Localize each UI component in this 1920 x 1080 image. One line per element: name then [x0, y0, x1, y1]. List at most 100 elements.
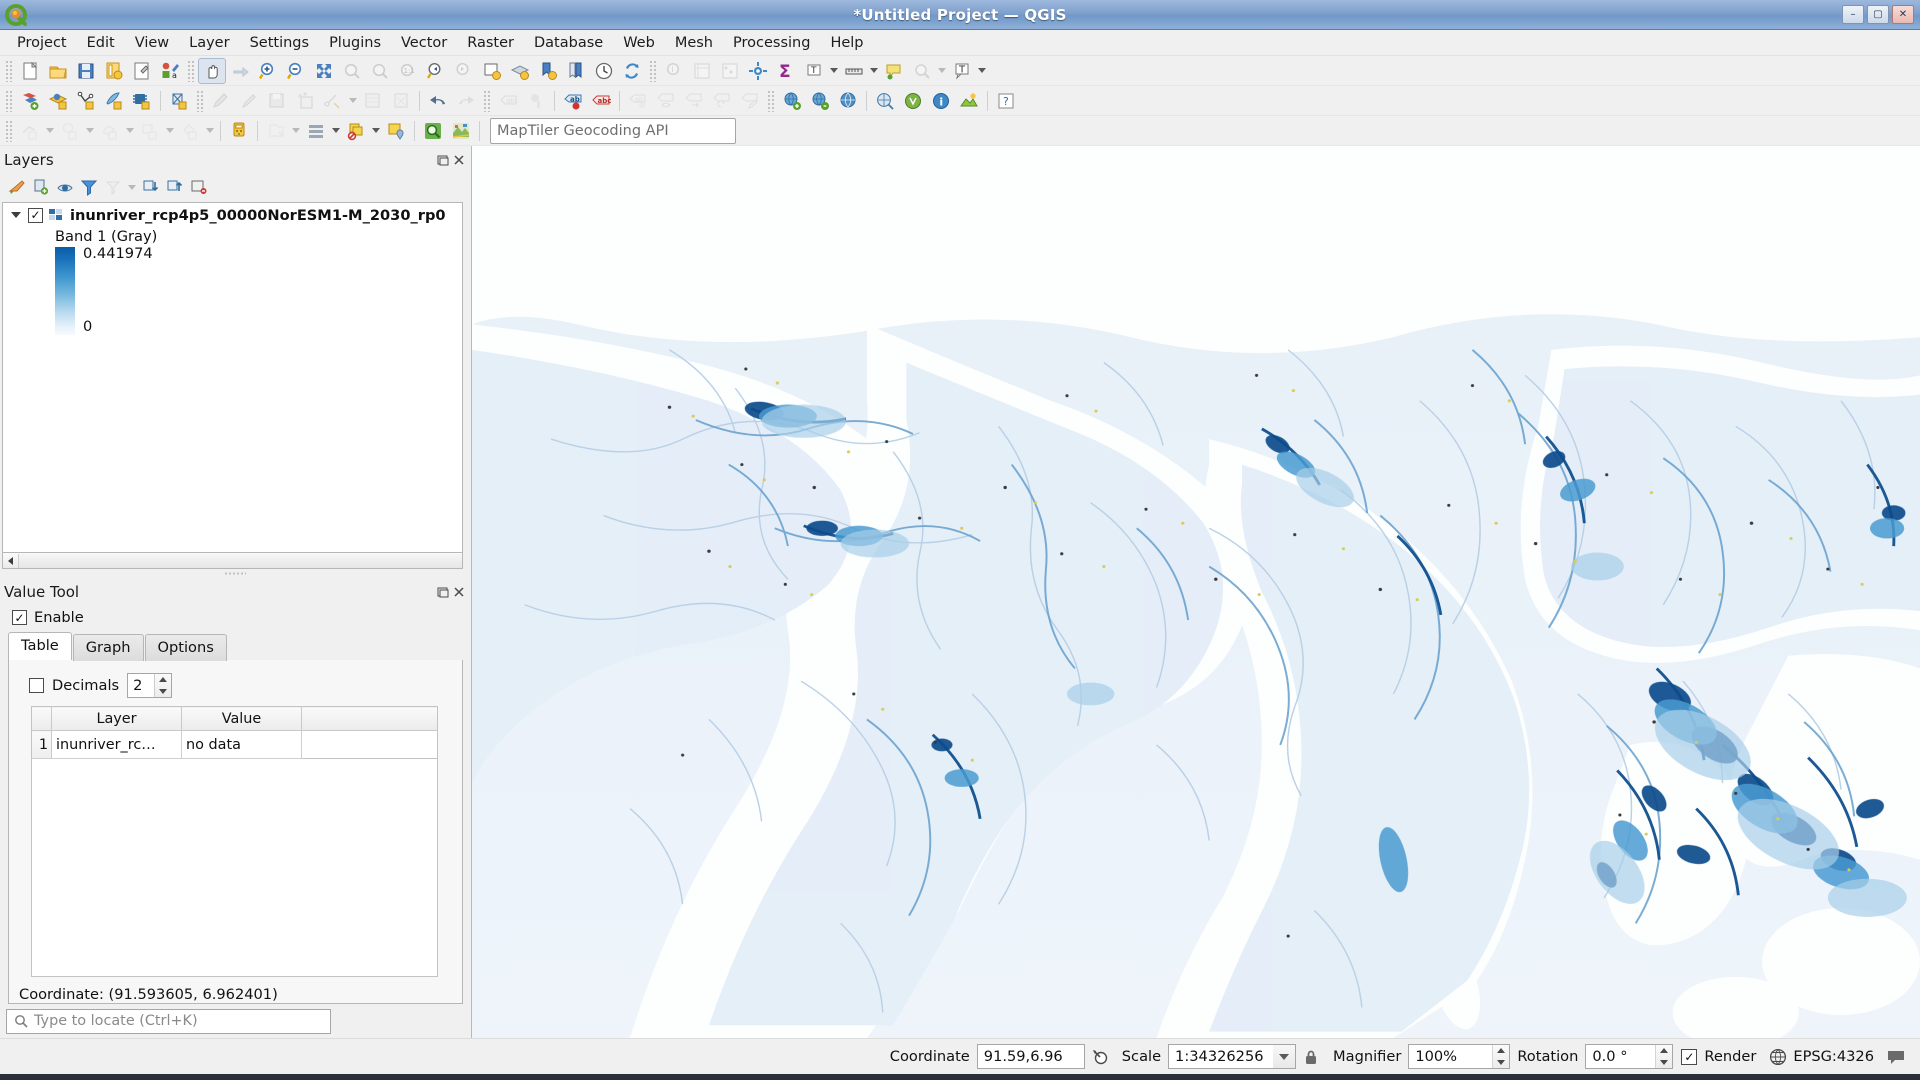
- measure-area-icon[interactable]: [16, 118, 44, 144]
- add-postgis-icon[interactable]: [128, 88, 156, 114]
- style-manager-icon[interactable]: a: [156, 58, 184, 84]
- magnifier-value[interactable]: 100%: [1409, 1045, 1492, 1068]
- manage-map-themes-icon[interactable]: [54, 176, 76, 198]
- rotation-value[interactable]: 0.0 °: [1586, 1045, 1655, 1068]
- collapse-all-icon[interactable]: [164, 176, 186, 198]
- new-print-layout2-icon[interactable]: [534, 58, 562, 84]
- help-icon[interactable]: ?: [992, 88, 1020, 114]
- scale-dropdown-arrow[interactable]: [1273, 1045, 1295, 1068]
- toolbar-drag-handle-7[interactable]: [767, 90, 775, 112]
- dock-splitter[interactable]: [0, 569, 470, 578]
- processing-toolbox-icon[interactable]: [744, 58, 772, 84]
- menu-web[interactable]: Web: [614, 32, 664, 54]
- modify-attributes-icon[interactable]: [359, 88, 387, 114]
- show-hide-labels-icon[interactable]: [652, 88, 680, 114]
- map-marker-icon[interactable]: [382, 118, 410, 144]
- identify-features-icon[interactable]: i: [660, 58, 688, 84]
- enable-checkbox[interactable]: ✓: [12, 610, 27, 625]
- decimals-value[interactable]: 2: [128, 674, 154, 697]
- menu-settings[interactable]: Settings: [241, 32, 318, 54]
- layers-tree[interactable]: ✓ inunriver_rcp4p5_00000NorESM1-M_2030_r…: [2, 202, 463, 553]
- filter-legend-expression-icon[interactable]: [102, 176, 124, 198]
- current-edits-icon[interactable]: [207, 88, 235, 114]
- decimals-down-arrow[interactable]: [155, 686, 171, 698]
- magnifier-up-arrow[interactable]: [1493, 1045, 1509, 1057]
- open-layer-styling-panel-icon[interactable]: [6, 176, 28, 198]
- value-tool-close-icon[interactable]: [452, 585, 466, 599]
- select-features-icon[interactable]: [56, 118, 84, 144]
- geocoding-search-input[interactable]: MapTiler Geocoding API: [490, 118, 736, 144]
- data-source-manager-icon[interactable]: [262, 118, 290, 144]
- magnifier-arrows[interactable]: [1492, 1045, 1509, 1068]
- plugin-info-icon[interactable]: i: [927, 88, 955, 114]
- measure-dropdown[interactable]: [868, 58, 880, 84]
- pan-to-selection-icon[interactable]: [226, 58, 254, 84]
- toolbar-drag-handle[interactable]: [5, 60, 13, 82]
- toolbar-drag-handle-5[interactable]: [196, 90, 204, 112]
- sum-icon[interactable]: Σ: [772, 58, 800, 84]
- vertex-tool-icon[interactable]: [319, 88, 347, 114]
- measure-area-dropdown[interactable]: [44, 118, 56, 144]
- menu-project[interactable]: Project: [8, 32, 76, 54]
- pin-labels-icon[interactable]: ab: [624, 88, 652, 114]
- layer-visibility-checkbox[interactable]: ✓: [28, 208, 43, 223]
- crs-label[interactable]: EPSG:4326: [1793, 1048, 1874, 1065]
- zoom-to-layer-icon[interactable]: [366, 58, 394, 84]
- decimals-up-arrow[interactable]: [155, 674, 171, 686]
- tab-graph[interactable]: Graph: [73, 634, 144, 661]
- select-by-location-dropdown[interactable]: [164, 118, 176, 144]
- new-3d-map-view-icon[interactable]: [506, 58, 534, 84]
- cell-value[interactable]: no data: [182, 731, 302, 759]
- globe-icon[interactable]: [1766, 1045, 1790, 1069]
- add-wcs-layer-icon[interactable]: [834, 88, 862, 114]
- toolbar-drag-handle-4[interactable]: [5, 90, 13, 112]
- show-layout-dropdown[interactable]: [330, 118, 342, 144]
- add-mesh-layer-icon[interactable]: [165, 88, 193, 114]
- tab-options[interactable]: Options: [145, 634, 227, 661]
- add-group-icon[interactable]: [30, 176, 52, 198]
- text-annotation-icon[interactable]: T: [800, 58, 828, 84]
- filter-legend-dropdown[interactable]: [126, 174, 138, 200]
- select-value-icon[interactable]: [176, 118, 204, 144]
- menu-mesh[interactable]: Mesh: [666, 32, 722, 54]
- close-icon[interactable]: [452, 153, 466, 167]
- column-header-value[interactable]: Value: [182, 707, 302, 731]
- layers-horizontal-scrollbar[interactable]: [2, 553, 463, 569]
- menu-processing[interactable]: Processing: [724, 32, 819, 54]
- menu-vector[interactable]: Vector: [392, 32, 456, 54]
- toolbar-drag-handle-2[interactable]: [187, 60, 195, 82]
- add-wfs-layer-icon[interactable]: [806, 88, 834, 114]
- zoom-out-icon[interactable]: [282, 58, 310, 84]
- openstreetmap-icon[interactable]: [899, 88, 927, 114]
- new-project-icon[interactable]: [16, 58, 44, 84]
- select-features-dropdown[interactable]: [84, 118, 96, 144]
- expand-all-icon[interactable]: [140, 176, 162, 198]
- geocoding-search-icon[interactable]: [419, 118, 447, 144]
- filter-legend-icon[interactable]: [78, 176, 100, 198]
- decimals-stepper[interactable]: 2: [127, 673, 172, 698]
- map-tips-icon[interactable]: [880, 58, 908, 84]
- data-source-dropdown[interactable]: [290, 118, 302, 144]
- deselect-dropdown[interactable]: [124, 118, 136, 144]
- menu-database[interactable]: Database: [525, 32, 612, 54]
- add-delimited-text-icon[interactable]: [72, 88, 100, 114]
- layers-overlay-icon[interactable]: [342, 118, 370, 144]
- statistical-summary-icon[interactable]: [716, 58, 744, 84]
- label-placeholder-icon[interactable]: abc: [494, 88, 522, 114]
- zoom-next-icon[interactable]: [450, 58, 478, 84]
- layer-tree-item[interactable]: ✓ inunriver_rcp4p5_00000NorESM1-M_2030_r…: [3, 203, 462, 227]
- coordinate-field[interactable]: 91.59,6.96: [977, 1044, 1085, 1069]
- temporal-controller-icon[interactable]: [590, 58, 618, 84]
- render-checkbox[interactable]: ✓: [1681, 1049, 1697, 1065]
- scale-combo[interactable]: 1:34326256: [1168, 1044, 1296, 1069]
- vertex-tool-dropdown[interactable]: [347, 88, 359, 114]
- select-by-location-icon[interactable]: [136, 118, 164, 144]
- search-dropdown[interactable]: [936, 58, 948, 84]
- messages-icon[interactable]: [1884, 1045, 1908, 1069]
- cell-layer[interactable]: inunriver_rc…: [52, 731, 182, 759]
- delete-selected-icon[interactable]: [387, 88, 415, 114]
- change-label-icon[interactable]: [736, 88, 764, 114]
- value-tool-undock-icon[interactable]: [436, 585, 450, 599]
- label-ab-icon[interactable]: ab: [559, 88, 587, 114]
- undo-icon[interactable]: [424, 88, 452, 114]
